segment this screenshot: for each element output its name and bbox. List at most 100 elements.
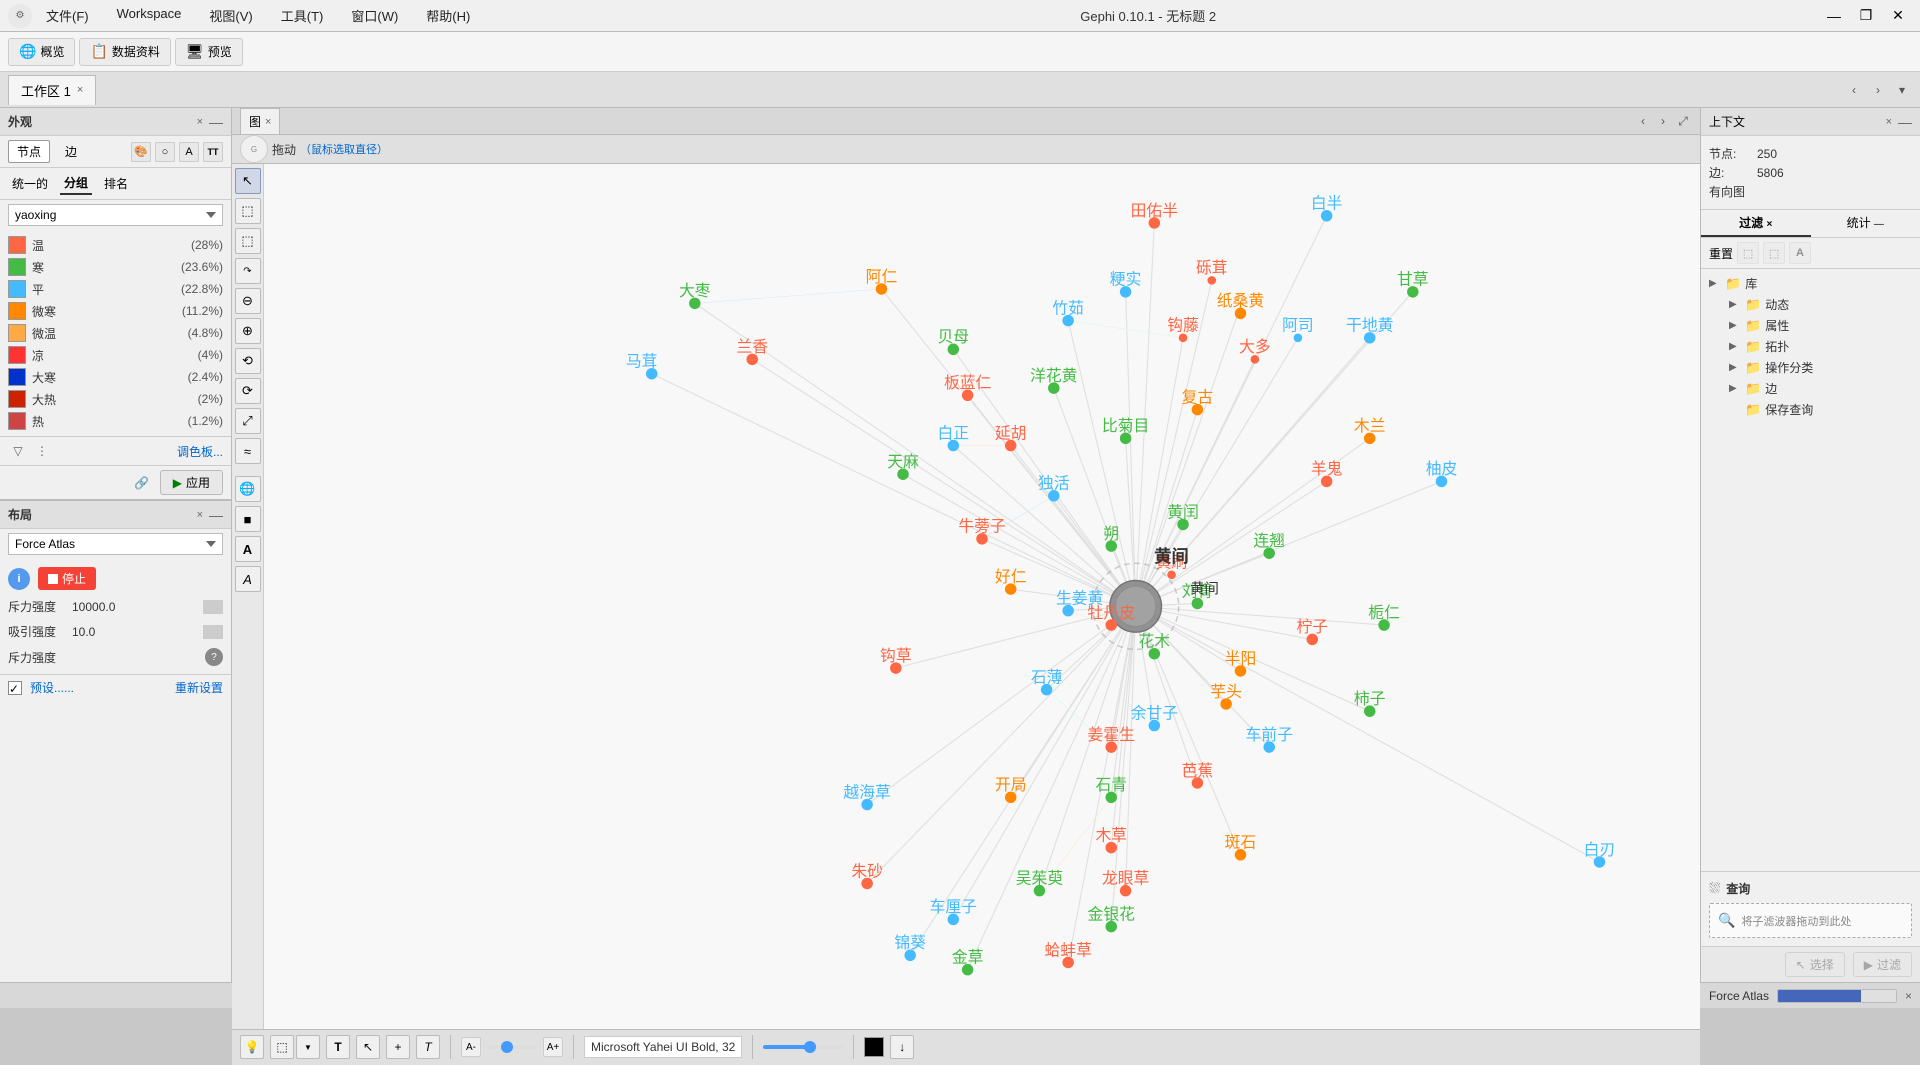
zoom-in-tool[interactable]: ⊕ [235,318,261,344]
text-tool-icon[interactable]: T [326,1035,350,1059]
context-close[interactable]: × [1886,116,1892,128]
filter-button[interactable]: ▶ 过滤 [1853,952,1912,977]
zoom-out-tool[interactable]: ⊖ [235,288,261,314]
display-down-icon[interactable]: ▼ [296,1035,320,1059]
redo-tool[interactable]: ⟳ [235,378,261,404]
graph-canvas[interactable]: 阿仁 白半 田佑半 大枣 兰香 马茸 竹 [264,164,1700,1029]
gephi-logo[interactable]: G [240,135,268,163]
tree-item-3[interactable]: ▶ 📁 操作分类 [1729,357,1912,378]
tree-expand-0[interactable]: ▶ [1729,299,1741,310]
circle-icon[interactable]: ○ [155,142,175,162]
zoom-slider[interactable] [763,1045,843,1049]
context-minimize[interactable]: — [1898,115,1912,129]
edge-tool[interactable]: ≈ [235,438,261,464]
edge-tab[interactable]: 边 [56,140,86,163]
filter-tool-2[interactable]: ⬚ [1763,242,1785,264]
color-dropdown[interactable]: yaoxing [8,204,223,226]
font-minus-btn[interactable]: A- [461,1037,481,1057]
graph-nav-expand[interactable]: ⤢ [1674,112,1692,130]
font-size-slider[interactable] [487,1045,537,1049]
menu-view[interactable]: 视图(V) [203,2,258,29]
tree-item-1[interactable]: ▶ 📁 属性 [1729,315,1912,336]
palette-button[interactable]: 调色板... [177,443,223,460]
funnel-icon[interactable]: ⋮ [32,441,52,461]
maximize-button[interactable]: ❐ [1852,5,1880,27]
checkbox-icon[interactable]: ✓ [8,681,22,695]
text-b-tool[interactable]: A [235,566,261,592]
tree-item-0[interactable]: ▶ 📁 动态 [1729,294,1912,315]
graph-nav-left[interactable]: ‹ [1634,112,1652,130]
lasso2-tool[interactable]: ⟲ [235,348,261,374]
plus-icon[interactable]: + [386,1035,410,1059]
workspace-tab-1[interactable]: 工作区 1 × [8,75,96,105]
select-tool[interactable]: ↖ [235,168,261,194]
filter-icon[interactable]: ▽ [8,441,28,461]
transform-tool[interactable]: ↷ [235,258,261,284]
tree-item-2[interactable]: ▶ 📁 拓扑 [1729,336,1912,357]
globe-tool[interactable]: 🌐 [235,476,261,502]
graph-tab-close[interactable]: × [265,116,271,128]
preview-button[interactable]: 🖥 预览 [175,38,243,66]
tree-item-4[interactable]: ▶ 📁 边 [1729,378,1912,399]
tab-nav-down[interactable]: ▾ [1892,80,1912,100]
repulsion-slider[interactable] [203,600,223,614]
ranking-tab[interactable]: 排名 [100,173,132,194]
display-icon[interactable]: ⬚ [270,1035,294,1059]
font-plus-btn[interactable]: A+ [543,1037,563,1057]
stop-button[interactable]: 停止 [38,567,96,590]
layout-dropdown[interactable]: Force Atlas [8,533,223,555]
tree-expand-4[interactable]: ▶ [1729,383,1741,394]
menu-workspace[interactable]: Workspace [111,2,188,29]
layout-close[interactable]: × [197,509,203,521]
square-tool[interactable]: ■ [235,506,261,532]
rect-select-tool[interactable]: ⬚ [235,198,261,224]
tree-expand-3[interactable]: ▶ [1729,362,1741,373]
reset-label[interactable]: 重置 [1709,245,1733,262]
data-button[interactable]: 📋 数据资料 [79,38,170,66]
filter-tab[interactable]: 过滤 × [1701,210,1811,237]
stats-tab-minimize[interactable]: — [1874,219,1884,230]
status-close[interactable]: × [1905,989,1912,1003]
tree-expand-2[interactable]: ▶ [1729,341,1741,352]
node-tab[interactable]: 节点 [8,140,50,163]
menu-tools[interactable]: 工具(T) [275,2,330,29]
layout-minimize[interactable]: — [209,508,223,522]
select-button[interactable]: ↖ 选择 [1785,952,1845,977]
text-icon[interactable]: A [179,142,199,162]
filter-tool-text[interactable]: A [1789,242,1811,264]
color-icon[interactable]: 🎨 [131,142,151,162]
graph-tab[interactable]: 图 × [240,108,280,134]
stats-tab[interactable]: 统计 — [1811,210,1920,237]
preset-button[interactable]: 预设...... [30,679,74,696]
unified-tab[interactable]: 统一的 [8,173,52,194]
menu-window[interactable]: 窗口(W) [345,2,404,29]
menu-file[interactable]: 文件(F) [40,2,95,29]
bulb-icon[interactable]: 💡 [240,1035,264,1059]
lasso-tool[interactable]: ⬚ [235,228,261,254]
partition-tab[interactable]: 分组 [60,172,92,195]
cursor-icon[interactable]: ↖ [356,1035,380,1059]
filter-tab-close[interactable]: × [1767,219,1773,230]
query-drop-area[interactable]: 🔍 将子滤波器拖动到此处 [1709,903,1912,938]
tree-expand-root[interactable]: ▶ [1709,278,1721,289]
close-button[interactable]: ✕ [1884,5,1912,27]
color-picker[interactable] [864,1037,884,1057]
text-italic-icon[interactable]: T [416,1035,440,1059]
minimize-button[interactable]: — [1820,5,1848,27]
filter-tool-1[interactable]: ⬚ [1737,242,1759,264]
info-button[interactable]: i [8,568,30,590]
overview-button[interactable]: 🌐 概览 [8,38,75,66]
tree-root[interactable]: ▶ 📁 库 [1709,273,1912,294]
help-button[interactable]: ? [205,648,223,666]
export-button[interactable]: ↓ [890,1035,914,1059]
attraction-slider[interactable] [203,625,223,639]
tree-item-5[interactable]: 📁 保存查询 [1729,399,1912,420]
reset-button[interactable]: 重新设置 [175,679,223,696]
zoom-fit-tool[interactable]: ⤢ [235,408,261,434]
appearance-minimize[interactable]: — [209,115,223,129]
graph-nav-right[interactable]: › [1654,112,1672,130]
appearance-close[interactable]: × [197,116,203,128]
tree-expand-1[interactable]: ▶ [1729,320,1741,331]
tab-nav-left[interactable]: ‹ [1844,80,1864,100]
tab-nav-right[interactable]: › [1868,80,1888,100]
